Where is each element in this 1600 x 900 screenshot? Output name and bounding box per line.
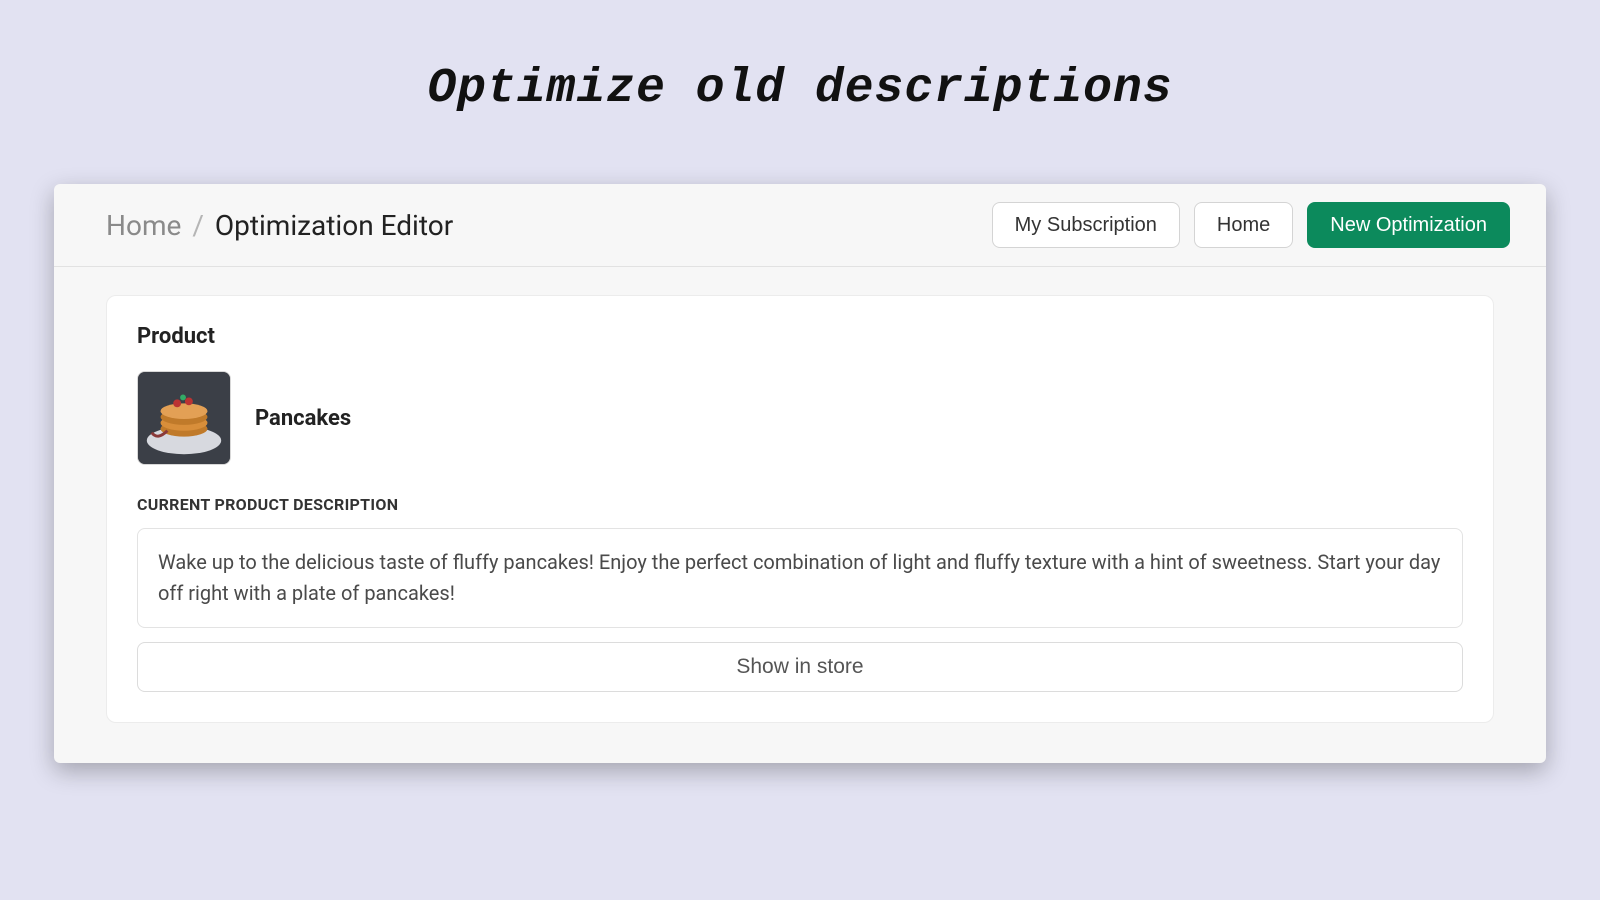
header-actions: My Subscription Home New Optimization bbox=[992, 202, 1510, 248]
product-row: Pancakes bbox=[137, 371, 1463, 465]
breadcrumb: Home / Optimization Editor bbox=[106, 209, 453, 242]
breadcrumb-separator: / bbox=[188, 209, 208, 242]
my-subscription-button[interactable]: My Subscription bbox=[992, 202, 1180, 248]
breadcrumb-home[interactable]: Home bbox=[106, 209, 181, 242]
breadcrumb-current: Optimization Editor bbox=[215, 209, 453, 242]
panel-header: Home / Optimization Editor My Subscripti… bbox=[54, 184, 1546, 267]
current-description-label: CURRENT PRODUCT DESCRIPTION bbox=[137, 495, 1463, 514]
home-button[interactable]: Home bbox=[1194, 202, 1293, 248]
page-title: Optimize old descriptions bbox=[0, 0, 1600, 166]
product-name: Pancakes bbox=[255, 406, 351, 431]
product-card: Product Pancakes CURRENT PRODUCT DES bbox=[106, 295, 1494, 723]
editor-panel: Home / Optimization Editor My Subscripti… bbox=[54, 184, 1546, 763]
show-in-store-button[interactable]: Show in store bbox=[137, 642, 1463, 692]
new-optimization-button[interactable]: New Optimization bbox=[1307, 202, 1510, 248]
current-description-text: Wake up to the delicious taste of fluffy… bbox=[137, 528, 1463, 628]
product-section-label: Product bbox=[137, 324, 1463, 349]
product-thumbnail[interactable] bbox=[137, 371, 231, 465]
pancakes-image-icon bbox=[138, 372, 230, 464]
